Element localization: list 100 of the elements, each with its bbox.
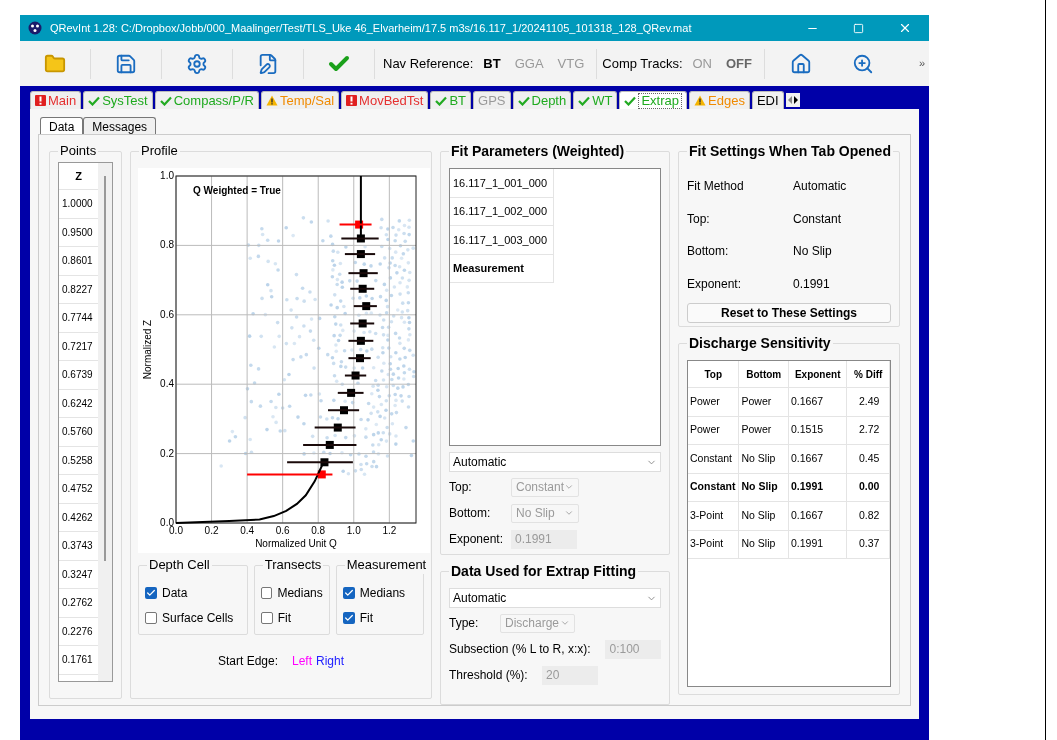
column-header: Bottom xyxy=(739,361,789,387)
table-cell: No Slip xyxy=(739,530,789,558)
table-cell: 0.45 xyxy=(847,445,890,473)
field-label: Exponent: xyxy=(449,531,505,548)
table-cell: Power xyxy=(739,416,789,444)
table-row[interactable]: Constant No Slip 0.1991 0.00 xyxy=(688,473,890,502)
table-row[interactable]: 3-Point No Slip 0.1667 0.82 xyxy=(688,502,890,531)
table-cell: 0.1991 xyxy=(789,530,848,558)
list-item[interactable]: 16.117_1_001_000 xyxy=(450,169,554,198)
table-cell: Constant xyxy=(688,445,740,473)
checkbox-label: Medians xyxy=(277,584,323,602)
table-cell: 2.49 xyxy=(847,388,890,416)
tab[interactable]: Temp/Sal xyxy=(260,91,340,109)
checkbox-label: Surface Cells xyxy=(162,609,234,627)
toolbar-label: Nav Reference: xyxy=(383,54,474,73)
table-cell: 3-Point xyxy=(688,502,740,530)
method-select[interactable]: Automatic xyxy=(449,588,661,609)
checkbox-label: Data xyxy=(162,584,188,602)
tick-label: 1.0 xyxy=(346,525,361,536)
overflow-button[interactable]: » xyxy=(918,55,925,72)
field-label: Bottom: xyxy=(449,505,492,522)
tick-label: 0.8 xyxy=(160,239,174,251)
table-cell: 0.1991 xyxy=(789,473,848,501)
checkbox-label: Fit xyxy=(277,609,292,627)
tab[interactable]: Compass/P/R xyxy=(154,91,259,109)
tick-label: 0.6 xyxy=(275,525,290,536)
method-select[interactable]: Automatic xyxy=(449,452,661,472)
tick-label: 0.0 xyxy=(169,525,183,536)
setting-label: Bottom: xyxy=(687,243,730,261)
x-axis-label: Normalized Unit Q xyxy=(255,538,337,549)
table-cell: No Slip xyxy=(739,473,789,501)
table-cell: 0.1667 xyxy=(789,445,848,473)
tick-label: 0.8 xyxy=(311,525,326,536)
table-cell: 0.1515 xyxy=(789,416,848,444)
column-header: Top xyxy=(688,361,740,387)
table-cell: 0.00 xyxy=(847,473,890,501)
setting-value: Automatic xyxy=(793,178,847,196)
tab[interactable]: Extrap xyxy=(619,91,687,109)
setting-value: 0.1991 xyxy=(793,275,830,293)
start-edge-label: Start Edge: xyxy=(217,653,278,670)
tick-label: 0.4 xyxy=(240,525,255,536)
group-title: Data Used for Extrap Fitting xyxy=(449,562,639,581)
tab[interactable]: BT xyxy=(430,91,472,109)
table-cell: No Slip xyxy=(739,445,789,473)
table-cell: Power xyxy=(688,416,740,444)
setting-label: Exponent: xyxy=(687,275,743,293)
table-cell: 0.37 xyxy=(847,530,890,558)
tab[interactable]: Main xyxy=(30,91,82,109)
setting-value: Constant xyxy=(793,210,842,228)
column-header: Exponent xyxy=(789,361,848,387)
list-item[interactable]: 16.117_1_003_000 xyxy=(450,226,554,255)
toggle-option[interactable]: GGA xyxy=(507,53,551,74)
checkbox-label: Medians xyxy=(359,584,406,602)
tick-label: 0.2 xyxy=(160,447,174,459)
table-cell: 0.1667 xyxy=(789,502,848,530)
column-header: % Diff xyxy=(847,361,890,387)
field-label: Subsection (% L to R, x:x): xyxy=(449,641,592,659)
list-item[interactable]: 16.117_1_002_000 xyxy=(450,197,554,226)
table-cell: 0.1667 xyxy=(789,388,848,416)
toggle-option[interactable]: BT xyxy=(476,53,508,74)
setting-label: Top: xyxy=(687,210,711,228)
table-cell: 3-Point xyxy=(688,530,740,558)
table-row[interactable]: Power Power 0.1667 2.49 xyxy=(688,388,890,417)
setting-label: Fit Method xyxy=(687,178,745,196)
toggle-option[interactable]: ON xyxy=(685,53,719,74)
tab[interactable]: EDI xyxy=(751,91,784,109)
group-title: Discharge Sensitivity xyxy=(687,334,833,352)
tab[interactable]: SysTest xyxy=(83,91,153,109)
table-cell: 2.72 xyxy=(847,416,890,444)
tab[interactable]: Depth xyxy=(512,91,572,109)
table-cell: Power xyxy=(688,388,740,416)
toggle-option[interactable]: OFF xyxy=(719,53,759,74)
tick-label: 1.2 xyxy=(382,525,397,536)
setting-value: No Slip xyxy=(793,243,832,261)
list-item[interactable]: Measurement xyxy=(450,254,554,283)
field-label: Top: xyxy=(449,479,473,496)
edge-option[interactable]: Left xyxy=(292,652,312,670)
table-cell: 0.82 xyxy=(847,502,890,530)
tick-label: 0.6 xyxy=(160,308,174,320)
reset-button[interactable]: Reset to These Settings xyxy=(687,303,891,323)
table-row[interactable]: Power Power 0.1515 2.72 xyxy=(688,416,890,445)
chart-title: Q Weighted = True xyxy=(193,185,281,196)
sub-tab[interactable]: Data xyxy=(40,117,84,134)
table-row[interactable]: Constant No Slip 0.1667 0.45 xyxy=(688,445,890,474)
tab[interactable]: GPS xyxy=(473,91,511,109)
table-cell: No Slip xyxy=(739,502,789,530)
tick-label: 1.0 xyxy=(160,170,174,181)
tab[interactable]: MovBedTst xyxy=(341,91,429,109)
checkbox-label: Fit xyxy=(359,609,374,627)
group-title: Fit Parameters (Weighted) xyxy=(449,142,627,160)
tab[interactable]: Edges xyxy=(689,91,750,109)
sub-tab[interactable]: Messages xyxy=(83,117,157,134)
tab[interactable]: WT xyxy=(573,91,618,109)
field-label: Type: xyxy=(449,615,480,633)
table-cell: Power xyxy=(739,388,789,416)
tick-label: 0.2 xyxy=(204,525,219,536)
tick-label: 0.4 xyxy=(160,378,174,390)
toggle-option[interactable]: VTG xyxy=(550,53,592,74)
edge-option[interactable]: Right xyxy=(316,652,345,670)
table-row[interactable]: 3-Point No Slip 0.1991 0.37 xyxy=(688,530,890,559)
